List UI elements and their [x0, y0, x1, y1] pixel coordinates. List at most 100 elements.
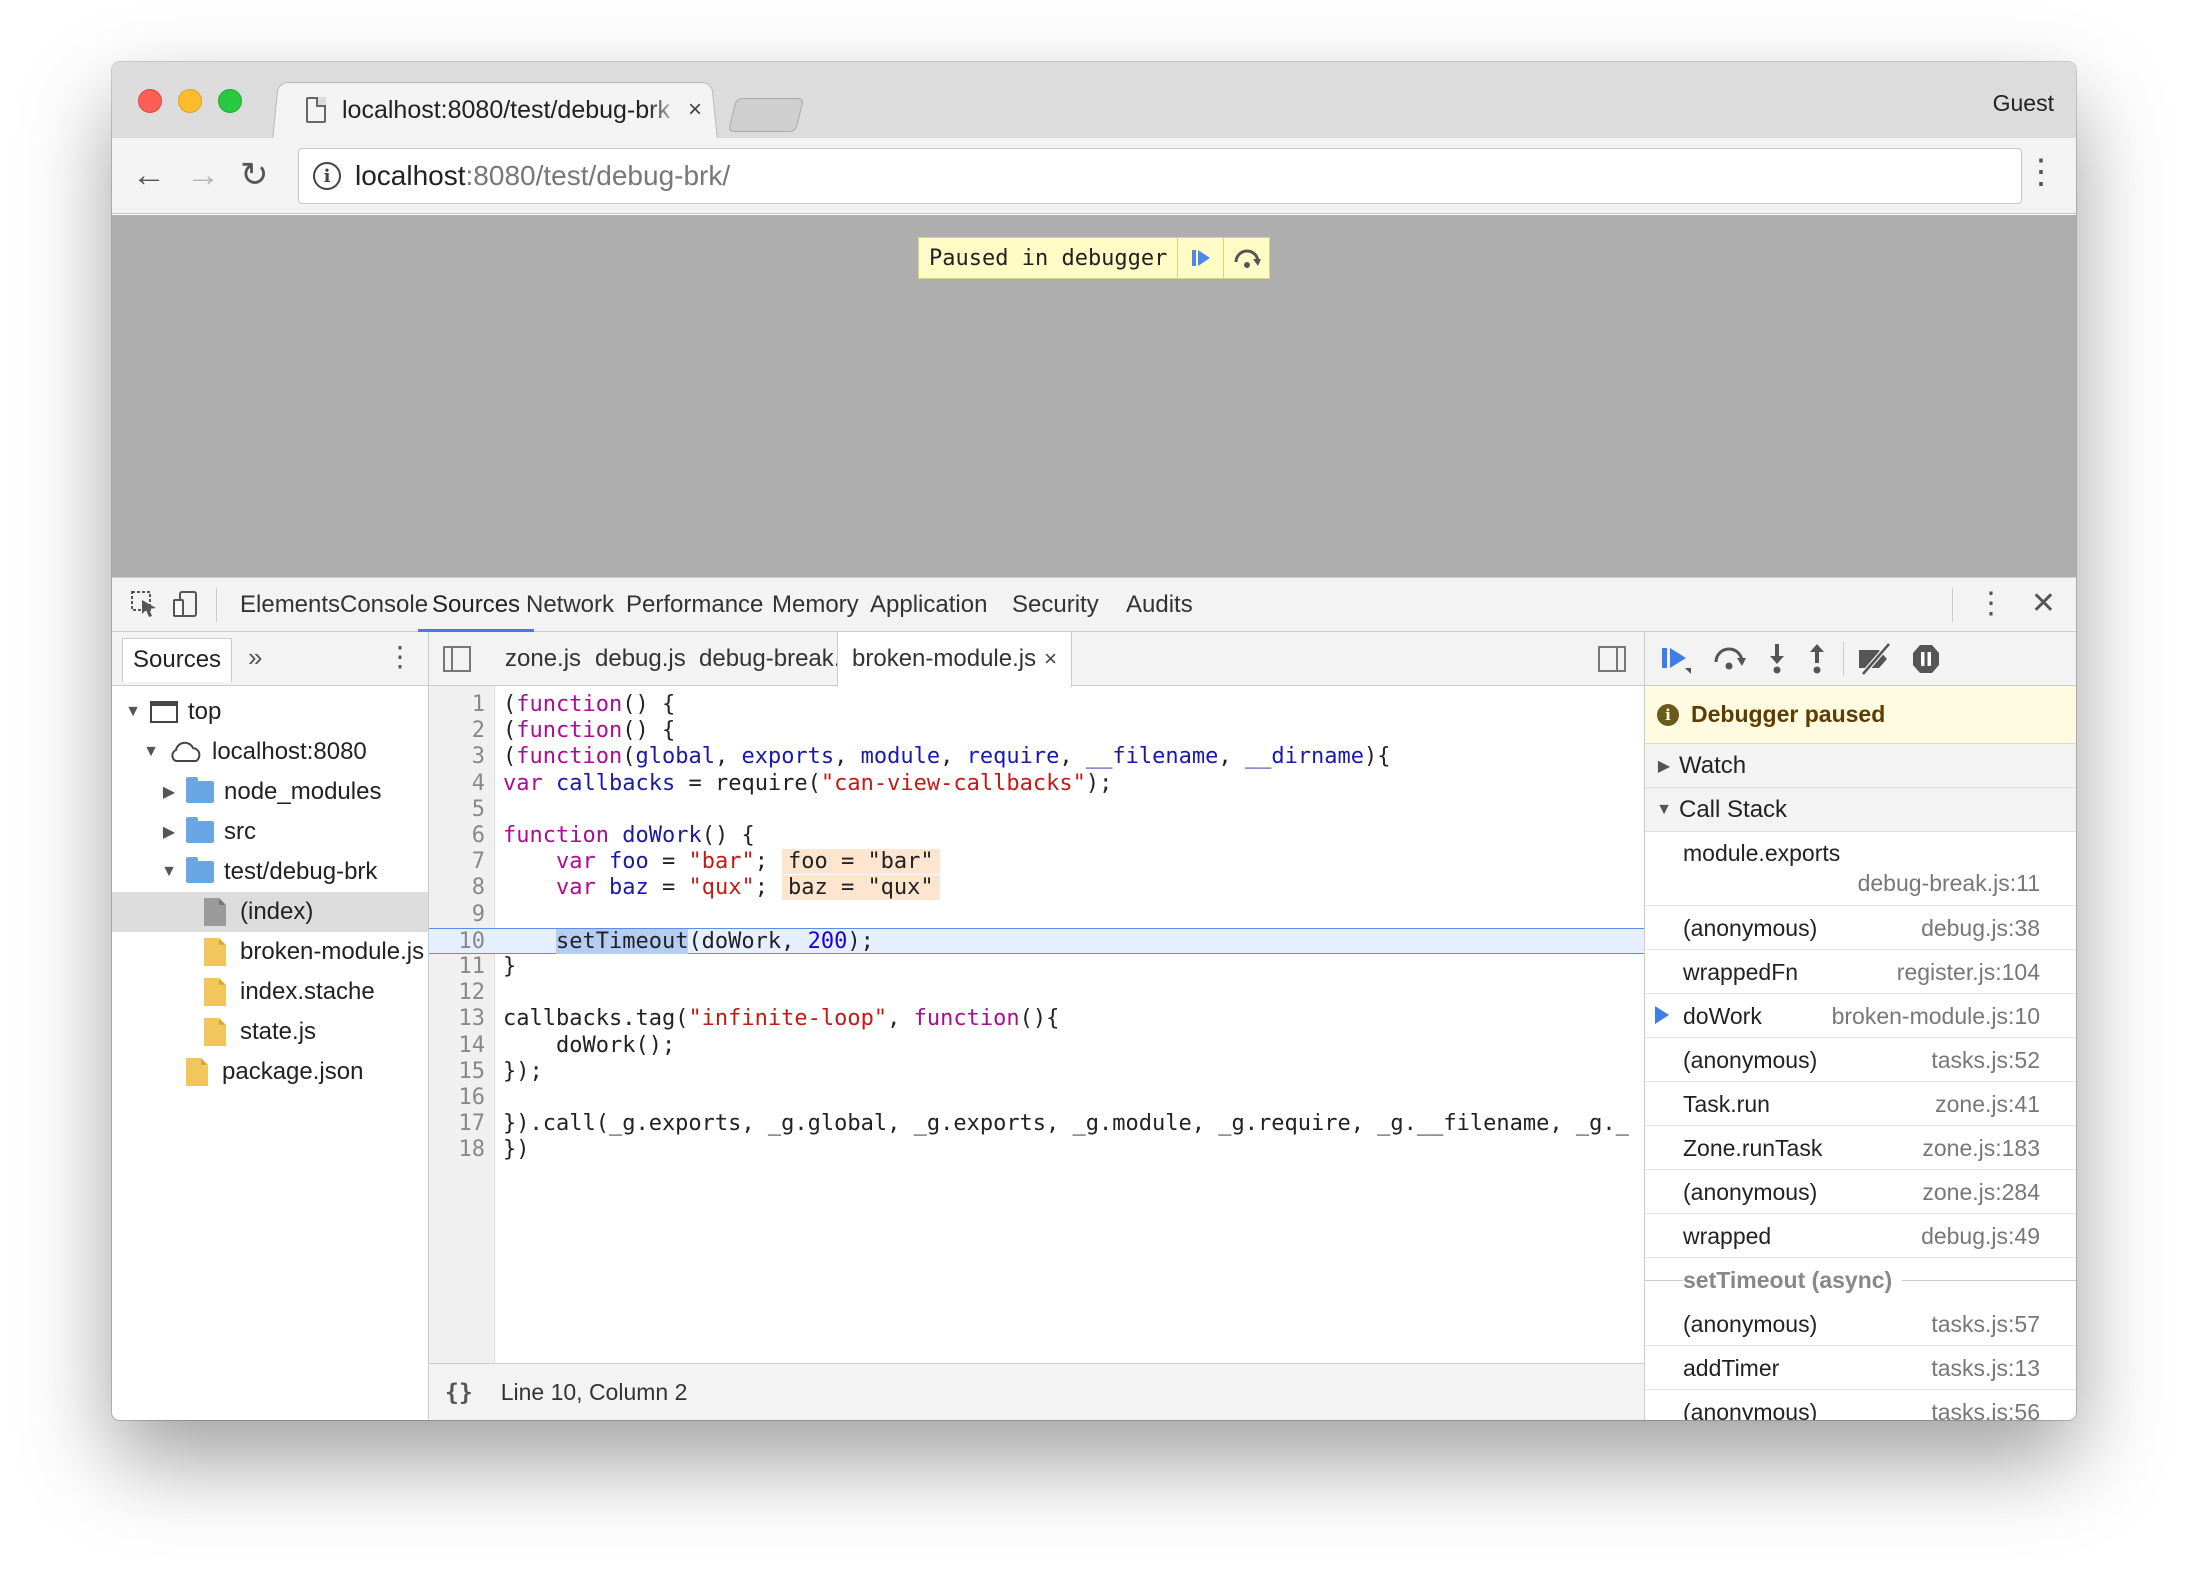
call-frame-location[interactable]: debug.js:38 — [1921, 915, 2040, 942]
devtools-menu-icon[interactable]: ⋮ — [1976, 586, 2006, 621]
back-arrow-icon[interactable]: ← — [132, 158, 166, 192]
code-line[interactable]: 18}) — [429, 1137, 1644, 1163]
disclosure-triangle-icon[interactable]: ▼ — [142, 743, 160, 761]
tab-application[interactable]: Application — [856, 578, 1001, 632]
call-frame[interactable]: module.exports debug-break.js:11 — [1645, 832, 2076, 906]
code-line[interactable]: 14 doWork(); — [429, 1033, 1644, 1059]
tree-item[interactable]: state.js — [112, 1012, 428, 1052]
device-toolbar-icon[interactable] — [172, 590, 200, 623]
line-number[interactable]: 14 — [429, 1033, 486, 1059]
tree-item[interactable]: broken-module.js — [112, 932, 428, 972]
editor-tab-zone-js[interactable]: zone.js — [491, 632, 595, 686]
new-tab-button[interactable] — [727, 98, 805, 132]
code-line[interactable]: 9 — [429, 902, 1644, 928]
line-number[interactable]: 10 — [429, 929, 486, 955]
call-frame-location[interactable]: zone.js:41 — [1935, 1091, 2040, 1118]
code-line[interactable]: 2 (function() { — [429, 718, 1644, 744]
close-window-button[interactable] — [138, 89, 162, 113]
code-line[interactable]: 15}); — [429, 1059, 1644, 1085]
line-number[interactable]: 16 — [429, 1085, 486, 1111]
tree-item[interactable]: package.json — [112, 1052, 428, 1092]
tree-item[interactable]: ▼ test/debug-brk — [112, 852, 428, 892]
code-line[interactable]: 13 callbacks.tag("infinite-loop", functio… — [429, 1006, 1644, 1032]
call-frame-location[interactable]: tasks.js:13 — [1931, 1355, 2040, 1382]
code-line[interactable]: 11} — [429, 954, 1644, 980]
pause-on-exceptions-button[interactable] — [1911, 642, 1941, 684]
call-frame-location[interactable]: tasks.js:56 — [1931, 1399, 2040, 1420]
line-number[interactable]: 2 — [429, 718, 485, 744]
tree-item[interactable]: (index) — [112, 892, 428, 932]
call-frame-location[interactable]: tasks.js:57 — [1931, 1311, 2040, 1338]
deactivate-breakpoints-button[interactable] — [1857, 642, 1893, 684]
line-number[interactable]: 13 — [429, 1006, 486, 1032]
line-number[interactable]: 3 — [429, 744, 485, 770]
line-number[interactable]: 6 — [429, 823, 485, 849]
call-frame-location[interactable]: register.js:104 — [1897, 959, 2040, 986]
code-line[interactable]: 5 — [429, 797, 1644, 823]
toggle-navigator-icon[interactable] — [443, 646, 471, 672]
toggle-debugger-sidebar-icon[interactable] — [1598, 646, 1626, 672]
code-line[interactable]: 8 var baz = "qux"; baz = "qux" — [429, 875, 1644, 901]
navigator-menu-icon[interactable]: ⋮ — [386, 640, 414, 673]
minimize-window-button[interactable] — [178, 89, 202, 113]
browser-tab[interactable]: localhost:8080/test/debug-brk × — [290, 82, 710, 138]
line-number[interactable]: 1 — [429, 692, 485, 718]
browser-menu-icon[interactable]: ⋮ — [2024, 152, 2058, 192]
pretty-print-button[interactable]: {} — [445, 1380, 473, 1406]
info-icon[interactable]: i — [313, 162, 341, 190]
call-frame[interactable]: wrapped debug.js:49 — [1645, 1214, 2076, 1258]
disclosure-triangle-icon[interactable]: ▼ — [124, 703, 142, 721]
line-number[interactable]: 12 — [429, 980, 486, 1006]
address-bar[interactable]: i localhost:8080/test/debug-brk/ — [298, 148, 2022, 204]
editor-tab-debug-js[interactable]: debug.js — [581, 632, 700, 686]
code-line[interactable]: 7 var foo = "bar"; foo = "bar" — [429, 849, 1644, 875]
call-frame[interactable]: Zone.runTask zone.js:183 — [1645, 1126, 2076, 1170]
close-tab-icon[interactable]: × — [1044, 646, 1057, 671]
line-number[interactable]: 11 — [429, 954, 486, 980]
line-number[interactable]: 18 — [429, 1137, 486, 1163]
code-line[interactable]: 1 (function() { — [429, 692, 1644, 718]
tab-network[interactable]: Network — [512, 578, 628, 632]
tree-item[interactable]: index.stache — [112, 972, 428, 1012]
tab-audits[interactable]: Audits — [1112, 578, 1207, 632]
call-frame[interactable]: (anonymous) tasks.js:57 — [1645, 1302, 2076, 1346]
code-line[interactable]: 12 — [429, 980, 1644, 1006]
watch-pane-header[interactable]: ▶ Watch — [1645, 744, 2076, 788]
resume-button[interactable] — [1177, 238, 1223, 278]
tree-item[interactable]: ▶ node_modules — [112, 772, 428, 812]
call-frame-location[interactable]: zone.js:183 — [1922, 1135, 2040, 1162]
resume-script-button[interactable] — [1659, 642, 1693, 684]
call-frame[interactable]: (anonymous) zone.js:284 — [1645, 1170, 2076, 1214]
reload-icon[interactable]: ↻ — [240, 158, 269, 192]
line-number[interactable]: 5 — [429, 797, 485, 823]
tree-item[interactable]: ▶ src — [112, 812, 428, 852]
line-number[interactable]: 17 — [429, 1111, 486, 1137]
editor-tab-broken-module-js[interactable]: broken-module.js × — [837, 632, 1072, 687]
code-line[interactable]: 6 function doWork() { — [429, 823, 1644, 849]
call-frame-location[interactable]: debug-break.js:11 — [1858, 870, 2040, 897]
devtools-close-icon[interactable]: ✕ — [2031, 586, 2056, 621]
tab-security[interactable]: Security — [998, 578, 1113, 632]
step-over-button[interactable] — [1711, 642, 1747, 684]
zoom-window-button[interactable] — [218, 89, 242, 113]
call-frame-location[interactable]: zone.js:284 — [1922, 1179, 2040, 1206]
line-number[interactable]: 4 — [429, 771, 485, 797]
call-frame[interactable]: addTimer tasks.js:13 — [1645, 1346, 2076, 1390]
call-frame[interactable]: (anonymous) tasks.js:52 — [1645, 1038, 2076, 1082]
step-out-button[interactable] — [1807, 642, 1827, 684]
code-area[interactable]: 1 (function() {2 (function() {3 (function(g… — [429, 686, 1644, 1363]
code-line[interactable]: 17}).call(_g.exports, _g.global, _g.expo… — [429, 1111, 1644, 1137]
tree-item[interactable]: ▼ top — [112, 692, 428, 732]
line-number[interactable]: 9 — [429, 902, 485, 928]
call-frame[interactable]: doWork broken-module.js:10 — [1645, 994, 2076, 1038]
disclosure-triangle-icon[interactable]: ▶ — [160, 822, 178, 842]
code-line[interactable]: 16 — [429, 1085, 1644, 1111]
line-number[interactable]: 8 — [429, 875, 485, 901]
forward-arrow-icon[interactable]: → — [186, 158, 220, 192]
tab-close-icon[interactable]: × — [688, 96, 702, 124]
step-into-button[interactable] — [1767, 642, 1787, 684]
step-over-button[interactable] — [1223, 238, 1269, 278]
call-frame[interactable]: (anonymous) debug.js:38 — [1645, 906, 2076, 950]
profile-label[interactable]: Guest — [1993, 90, 2054, 117]
call-frame[interactable]: (anonymous) tasks.js:56 — [1645, 1390, 2076, 1420]
